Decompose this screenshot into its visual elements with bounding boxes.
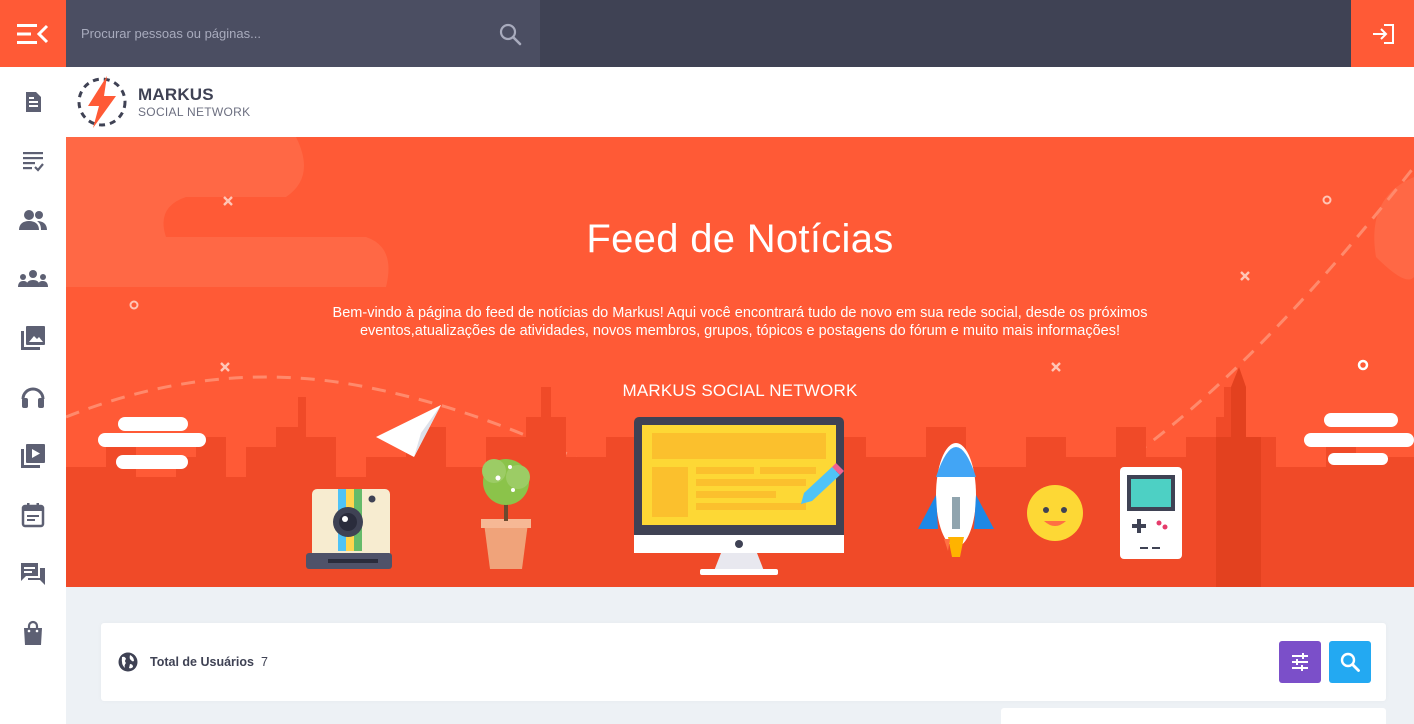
sidebar-item-music[interactable] bbox=[0, 374, 66, 420]
sidebar-item-events[interactable] bbox=[0, 492, 66, 538]
newsfeed-banner: Feed de Notícias Bem-vindo à página do f… bbox=[66, 137, 1414, 587]
people-icon bbox=[19, 210, 47, 230]
newsfeed-icon bbox=[26, 92, 41, 112]
sidebar-item-videos[interactable] bbox=[0, 433, 66, 479]
banner-illustration bbox=[66, 137, 1414, 587]
shopping-bag-icon bbox=[24, 620, 42, 645]
photos-icon bbox=[21, 326, 45, 350]
filter-button[interactable] bbox=[1279, 641, 1321, 683]
sliders-icon bbox=[1292, 653, 1308, 671]
banner-title: Feed de Notícias bbox=[586, 217, 894, 261]
checklist-icon bbox=[23, 152, 44, 172]
videos-icon bbox=[21, 444, 45, 468]
login-icon bbox=[1372, 23, 1394, 44]
banner-description: Bem-vindo à página do feed de notícias d… bbox=[332, 305, 1148, 339]
sidebar-item-groups[interactable] bbox=[0, 256, 66, 302]
search-input[interactable] bbox=[66, 0, 480, 67]
login-button[interactable] bbox=[1351, 0, 1414, 67]
sidebar-item-shop[interactable] bbox=[0, 610, 66, 656]
widget-card bbox=[1001, 708, 1386, 724]
sidebar-item-checklist[interactable] bbox=[0, 138, 66, 184]
search-button[interactable] bbox=[480, 0, 540, 67]
top-bar bbox=[66, 0, 1351, 67]
sidebar-item-forums[interactable] bbox=[0, 551, 66, 597]
sidebar-item-people[interactable] bbox=[0, 197, 66, 243]
forum-icon bbox=[21, 563, 45, 585]
markus-logo-icon[interactable] bbox=[74, 74, 130, 130]
search-box bbox=[66, 0, 540, 67]
search-icon bbox=[499, 23, 522, 45]
sidebar-item-photos[interactable] bbox=[0, 315, 66, 361]
globe-icon bbox=[118, 652, 138, 672]
search-icon bbox=[1340, 652, 1360, 672]
headphones-icon bbox=[21, 387, 45, 408]
search-members-button[interactable] bbox=[1329, 641, 1371, 683]
total-users-label: Total de Usuários bbox=[150, 655, 254, 669]
total-users-count: 7 bbox=[261, 655, 268, 669]
sidebar-item-newsfeed[interactable] bbox=[0, 79, 66, 125]
members-stats-bar: Total de Usuários 7 bbox=[101, 623, 1386, 701]
brand-header: MARKUS SOCIAL NETWORK bbox=[66, 67, 1414, 137]
calendar-icon bbox=[21, 503, 45, 528]
groups-icon bbox=[18, 270, 48, 287]
menu-toggle-button[interactable] bbox=[0, 0, 66, 67]
menu-collapse-icon bbox=[17, 23, 49, 44]
sidebar bbox=[0, 67, 66, 724]
brand-subtitle: SOCIAL NETWORK bbox=[138, 105, 251, 119]
banner-tagline: MARKUS SOCIAL NETWORK bbox=[622, 381, 858, 400]
brand-title: MARKUS bbox=[138, 85, 214, 104]
